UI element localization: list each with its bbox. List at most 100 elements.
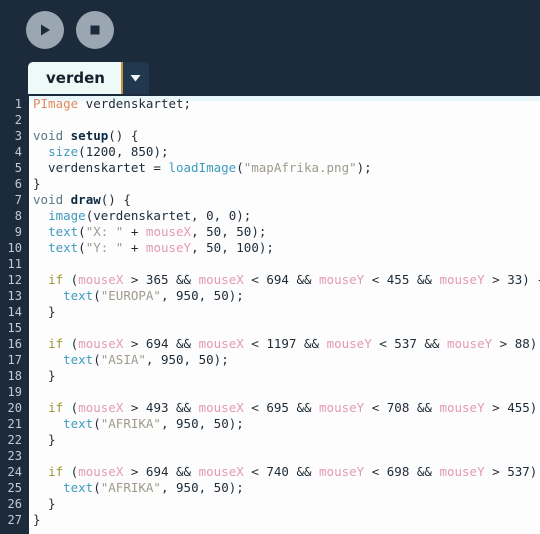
code-line-text: if (mouseX > 694 && mouseX < 740 && mous…: [33, 464, 540, 480]
code-line-text: size(1200, 850);: [33, 144, 169, 160]
code-token: setup: [70, 128, 109, 143]
code-token: <: [371, 336, 395, 351]
code-token: size: [48, 144, 79, 159]
code-token: 537: [394, 336, 417, 351]
code-line-text: text("X: " + mouseX, 50, 50);: [33, 224, 266, 240]
stop-button[interactable]: [76, 11, 114, 49]
code-line-text: text("AFRIKA", 950, 50);: [33, 480, 244, 496]
code-token: 0: [206, 208, 214, 223]
code-token: text: [63, 288, 94, 303]
code-token: );: [228, 288, 244, 303]
code-token: if: [48, 336, 64, 351]
code-token: mouseX: [198, 336, 244, 351]
line-number: 8: [14, 209, 22, 223]
line-number: 15: [7, 321, 22, 335]
code-token: 694: [145, 336, 169, 351]
code-token: mouseY: [326, 336, 372, 351]
code-token: (verdenskartet,: [85, 208, 207, 223]
code-token: mouseX: [78, 272, 124, 287]
code-editor[interactable]: 1 PImage verdenskartet; 2 3 void setup() {4 …: [0, 96, 540, 534]
code-token: text: [63, 416, 94, 431]
code-token: );: [153, 144, 169, 159]
code-line: 14 }: [0, 304, 540, 320]
code-token: "X: ": [85, 224, 124, 239]
line-number: 6: [14, 177, 22, 191]
code-token: mouseX: [198, 464, 244, 479]
code-token: 50: [198, 352, 214, 367]
code-token: "Y: ": [85, 240, 124, 255]
code-line: 11: [0, 256, 540, 272]
code-token: ,: [160, 288, 177, 303]
code-line: 16 if (mouseX > 694 && mouseX < 1197 && …: [0, 336, 540, 352]
code-token: >: [484, 400, 508, 415]
code-token: >: [123, 400, 146, 415]
line-number: 27: [7, 513, 22, 527]
code-token: 50: [213, 480, 229, 495]
code-token: 950: [176, 416, 199, 431]
code-line-text: void draw() {: [33, 192, 131, 208]
code-token: mouseY: [319, 464, 365, 479]
line-number: 19: [7, 385, 22, 399]
line-number: 22: [7, 433, 22, 447]
code-token: &&: [288, 400, 320, 415]
code-token: }: [33, 304, 56, 319]
code-token: &&: [409, 464, 440, 479]
code-token: ,: [145, 352, 161, 367]
code-text-area[interactable]: 1 PImage verdenskartet; 2 3 void setup() {4 …: [0, 96, 540, 534]
code-token: );: [356, 160, 372, 175]
code-line-text: if (mouseX > 493 && mouseX < 695 && mous…: [33, 400, 540, 416]
code-line-text: }: [33, 304, 56, 320]
code-token: >: [123, 272, 146, 287]
code-token: 455: [507, 400, 530, 415]
line-number: 4: [14, 145, 22, 159]
code-line-text: image(verdenskartet, 0, 0);: [33, 208, 251, 224]
code-token: }: [33, 432, 56, 447]
code-token: >: [484, 464, 508, 479]
line-number: 20: [7, 401, 22, 415]
line-number: 17: [7, 353, 22, 367]
code-token: &&: [409, 272, 440, 287]
code-token: (: [63, 400, 79, 415]
code-token: >: [484, 272, 508, 287]
sketch-tab-label[interactable]: verden: [28, 62, 123, 94]
code-token: 493: [145, 400, 169, 415]
code-line-text: text("EUROPA", 950, 50);: [33, 288, 244, 304]
run-button[interactable]: [26, 11, 64, 49]
sketch-tab[interactable]: verden: [28, 62, 149, 94]
code-token: <: [243, 272, 267, 287]
code-token: 50: [206, 224, 222, 239]
code-token: }: [33, 496, 56, 511]
code-line: 5 verdenskartet = loadImage("mapAfrika.p…: [0, 160, 540, 176]
code-line: 3 void setup() {: [0, 128, 540, 144]
code-token: text: [48, 240, 79, 255]
code-token: "mapAfrika.png": [243, 160, 357, 175]
code-token: 694: [145, 464, 169, 479]
code-token: 365: [145, 272, 169, 287]
code-token: (: [78, 144, 86, 159]
code-token: mouseY: [439, 464, 485, 479]
code-line: 27}: [0, 512, 540, 528]
sketch-tab-menu-button[interactable]: [122, 62, 149, 94]
chevron-down-icon: [130, 74, 141, 82]
code-token: );: [236, 208, 252, 223]
line-number: 24: [7, 465, 22, 479]
code-line-text: }: [33, 496, 56, 512]
code-token: (: [236, 160, 244, 175]
code-token: >: [123, 464, 146, 479]
code-line: 26 }: [0, 496, 540, 512]
code-token: &&: [168, 464, 199, 479]
line-number: 2: [14, 113, 22, 127]
tab-strip: verden: [0, 60, 540, 96]
code-line: 17 text("ASIA", 950, 50);: [0, 352, 540, 368]
code-token: mouseY: [439, 400, 485, 415]
code-token: "AFRIKA": [100, 416, 161, 431]
code-token: &&: [288, 272, 320, 287]
code-token: mouseX: [198, 400, 244, 415]
code-line-text: }: [33, 512, 41, 528]
code-token: ,: [160, 480, 177, 495]
code-token: 100: [236, 240, 259, 255]
